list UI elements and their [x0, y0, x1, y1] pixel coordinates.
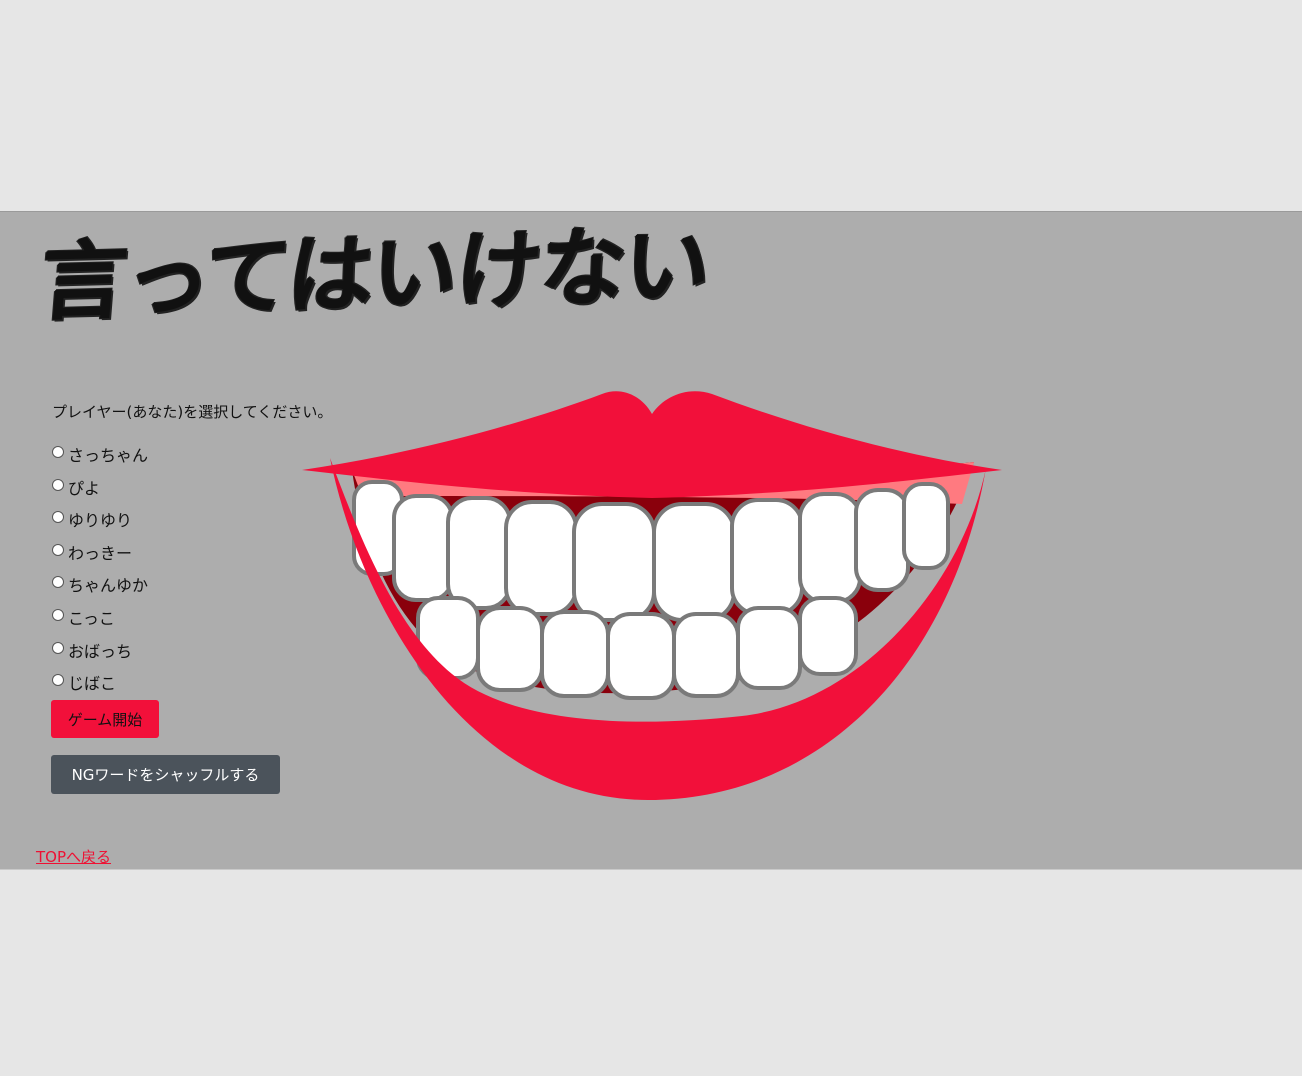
radio-icon[interactable] [52, 511, 64, 524]
player-option[interactable]: じばこ [51, 670, 148, 703]
player-option[interactable]: ぴよ [51, 475, 148, 508]
radio-icon[interactable] [52, 446, 64, 458]
player-list: さっちゃん ぴよ ゆりゆり わっきー ちゃんゆか こっこ おばっち じばこ [51, 442, 148, 703]
page-title: 言ってはいけない [36, 215, 713, 333]
player-label: さっちゃん [68, 446, 149, 465]
player-label: ちゃんゆか [68, 576, 149, 596]
player-option[interactable]: わっきー [51, 540, 148, 573]
player-label: ゆりゆり [68, 511, 133, 531]
smiling-mouth-icon [302, 391, 1002, 800]
radio-icon[interactable] [52, 674, 64, 687]
player-label: わっきー [68, 543, 133, 563]
main-panel: 言ってはいけない プレイヤー(あなた)を選択してください。 さっちゃん ぴよ ゆ… [0, 211, 1302, 870]
player-option[interactable]: こっこ [51, 605, 148, 638]
player-label: こっこ [68, 608, 115, 628]
player-option[interactable]: ちゃんゆか [51, 572, 148, 605]
radio-icon[interactable] [52, 543, 64, 556]
player-select-prompt: プレイヤー(あなた)を選択してください。 [52, 403, 333, 421]
player-option[interactable]: さっちゃん [51, 442, 148, 475]
start-game-button[interactable]: ゲーム開始 [51, 700, 159, 738]
shuffle-ng-words-button[interactable]: NGワードをシャッフルする [51, 755, 280, 794]
player-option[interactable]: おばっち [51, 638, 148, 671]
back-to-top-link[interactable]: TOPへ戻る [36, 846, 111, 867]
radio-icon[interactable] [52, 641, 64, 654]
player-label: じばこ [68, 674, 117, 694]
player-label: ぴよ [68, 478, 101, 498]
player-option[interactable]: ゆりゆり [51, 507, 148, 540]
radio-icon[interactable] [52, 608, 64, 621]
player-label: おばっち [68, 641, 133, 661]
radio-icon[interactable] [52, 478, 64, 491]
radio-icon[interactable] [52, 576, 64, 589]
